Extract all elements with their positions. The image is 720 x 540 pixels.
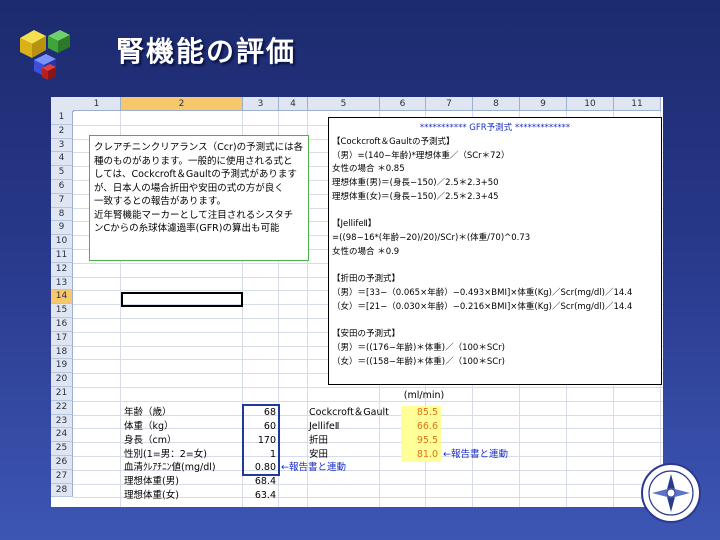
- formula-header: *********** GFR予測式 *************: [419, 123, 571, 133]
- result-value: 85.5: [401, 406, 441, 420]
- formula-line: 【折田の予測式】: [332, 274, 401, 285]
- formula-line: 【JellifeⅡ】: [332, 219, 377, 230]
- formula-line: 理想体重(男)＝(身長−150)／2.5＊2.3+50: [332, 178, 499, 188]
- note-line: が、日本人の場合折田や安田の式の方が良く: [94, 182, 284, 194]
- row-header[interactable]: 28: [51, 483, 73, 498]
- input-label: 性別(1=男：2=女): [124, 449, 207, 460]
- input-label: 年齢（歳）: [124, 407, 172, 418]
- input-label: 理想体重(男): [124, 476, 179, 487]
- formula-line: =((98−16*(年齢−20)/20)/SCr)＊(体重/70)^0.73: [332, 233, 531, 243]
- input-label: 血清ｸﾚｱﾁﾆﾝ値(mg/dl): [124, 462, 216, 473]
- column-header[interactable]: 10: [567, 97, 614, 111]
- grid-hline: [73, 400, 663, 402]
- row-header[interactable]: 23: [51, 414, 73, 429]
- row-header[interactable]: 20: [51, 373, 73, 387]
- row-header[interactable]: 27: [51, 469, 73, 484]
- result-value: 95.5: [401, 434, 441, 448]
- note-line: クレアチニンクリアランス（Ccr)の予測式には各: [94, 142, 304, 153]
- input-value-age[interactable]: 68: [243, 406, 279, 420]
- row-header[interactable]: 14: [51, 290, 73, 305]
- row-header[interactable]: 1: [51, 111, 73, 125]
- column-header[interactable]: 9: [520, 97, 567, 111]
- cubes-logo-icon: [20, 30, 70, 80]
- row-header[interactable]: 15: [51, 304, 73, 318]
- result-method: Cockcroft＆Gault: [309, 407, 389, 418]
- formula-line: [332, 260, 658, 274]
- compass-badge-icon: [641, 463, 701, 523]
- formula-line: 理想体重(女)＝(身長−150)／2.5＊2.3+45: [332, 191, 499, 202]
- row-header[interactable]: 7: [51, 193, 73, 208]
- row-header[interactable]: 24: [51, 428, 73, 443]
- row-header[interactable]: 11: [51, 249, 73, 263]
- link-note: ←報告書と連動: [281, 462, 346, 473]
- input-label: 体重（kg）: [124, 421, 174, 432]
- ideal-weight-female: 63.4: [254, 490, 276, 501]
- result-method: 安田: [309, 449, 329, 460]
- formula-line: （女）＝((158−年齢)＊体重)／（100＊SCr): [332, 356, 505, 367]
- active-cell[interactable]: [121, 292, 243, 307]
- result-value: 66.6: [401, 420, 441, 434]
- row-header[interactable]: 17: [51, 331, 73, 346]
- page-title: 腎機能の評価: [116, 35, 297, 68]
- note-line: 種のものがあります。一般的に使用される式と: [94, 155, 293, 167]
- row-header[interactable]: 21: [51, 387, 73, 401]
- input-label: 身長（cm）: [124, 435, 177, 446]
- note-line: 近年腎機能マーカーとして注目されるシスタチ: [94, 209, 294, 221]
- formula-textbox[interactable]: *********** GFR予測式 ************* 【Cockcr…: [328, 117, 662, 385]
- note-line: しては、Cockcroft＆Gaultの予測式があります: [94, 169, 297, 180]
- note-textbox[interactable]: クレアチニンクリアランス（Ccr)の予測式には各 種のものがあります。一般的に使…: [89, 135, 309, 261]
- column-header[interactable]: 8: [473, 97, 520, 111]
- row-header[interactable]: 12: [51, 262, 73, 277]
- column-header[interactable]: 4: [279, 97, 308, 111]
- formula-line: 【安田の予測式】: [332, 329, 401, 340]
- row-header[interactable]: 16: [51, 318, 73, 332]
- select-all-corner[interactable]: [51, 97, 74, 112]
- row-header[interactable]: 22: [51, 400, 73, 415]
- column-header[interactable]: 6: [380, 97, 426, 111]
- row-header[interactable]: 5: [51, 166, 73, 180]
- link-note: ←報告書と連動: [443, 449, 508, 460]
- input-label: 理想体重(女): [124, 490, 179, 501]
- column-header[interactable]: 5: [308, 97, 380, 111]
- result-method: JellifeⅡ: [309, 421, 340, 432]
- row-header[interactable]: 3: [51, 138, 73, 153]
- formula-line: 女性の場合 ＊0.85: [332, 164, 405, 175]
- row-header[interactable]: 25: [51, 442, 73, 456]
- column-header[interactable]: 7: [426, 97, 473, 111]
- note-line: ンCからの糸球体濾過率(GFR)の算出も可能: [94, 223, 280, 234]
- formula-line: （男）=(140−年齢)*理想体重／（SCr＊72）: [332, 150, 510, 161]
- column-header[interactable]: 3: [243, 97, 279, 111]
- row-header[interactable]: 19: [51, 359, 73, 374]
- result-method: 折田: [309, 435, 329, 446]
- formula-line: [332, 205, 658, 219]
- row-header[interactable]: 26: [51, 456, 73, 470]
- row-header[interactable]: 8: [51, 207, 73, 222]
- unit-label: (ml/min): [403, 390, 445, 401]
- row-header[interactable]: 18: [51, 345, 73, 360]
- row-header[interactable]: 10: [51, 235, 73, 249]
- row-header[interactable]: 13: [51, 276, 73, 291]
- input-value-weight[interactable]: 60: [243, 420, 279, 434]
- input-value-sex[interactable]: 1: [243, 448, 279, 462]
- formula-line: [332, 315, 658, 329]
- note-line: 一致するとの報告があります。: [94, 196, 226, 207]
- row-header[interactable]: 4: [51, 152, 73, 167]
- input-value-height[interactable]: 170: [243, 434, 279, 448]
- spreadsheet: 1 2 3 4 5 6 7 8 9 10 11 1 2 3 4 5 6 7 8 9 10 11 12 13 14 15 16 17 1…: [51, 97, 663, 507]
- grid-hline: [73, 387, 663, 388]
- formula-line: 【Cockcroft＆Gaultの予測式】: [332, 136, 455, 147]
- formula-line: （女）＝[21−（0.030×年齢）−0.216×BMI]×体重(Kg)／Scr…: [332, 301, 633, 312]
- row-header[interactable]: 9: [51, 221, 73, 236]
- row-header[interactable]: 2: [51, 124, 73, 139]
- formula-line: （男）＝[33−（0.065×年齢）−0.493×BMI]×体重(Kg)／Scr…: [332, 288, 633, 298]
- result-value: 81.0: [401, 448, 441, 462]
- column-header[interactable]: 1: [73, 97, 121, 111]
- formula-line: 女性の場合 ＊0.9: [332, 246, 400, 257]
- column-header[interactable]: 2: [121, 97, 243, 111]
- input-value-creatinine[interactable]: 0.80: [243, 461, 279, 475]
- row-header[interactable]: 6: [51, 180, 73, 194]
- ideal-weight-male: 68.4: [254, 476, 276, 487]
- formula-line: （男）＝((176−年齢)＊体重)／（100＊SCr): [332, 343, 505, 353]
- column-header[interactable]: 11: [614, 97, 661, 111]
